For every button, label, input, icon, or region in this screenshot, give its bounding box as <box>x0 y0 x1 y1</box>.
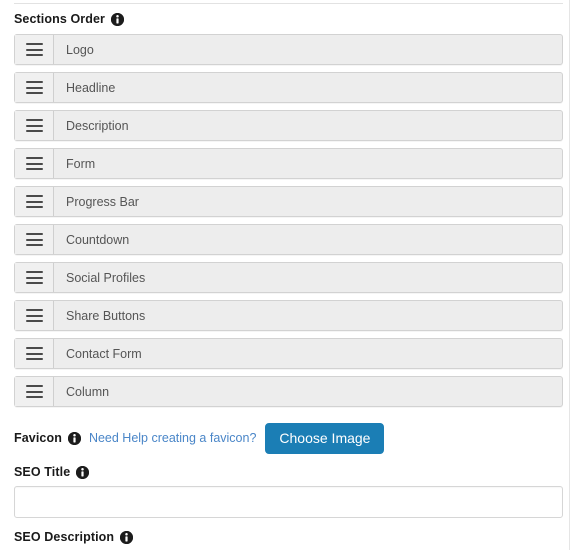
seo-title-label-text: SEO Title <box>14 465 71 479</box>
info-icon[interactable] <box>67 431 81 445</box>
list-item[interactable]: Contact Form <box>14 338 563 369</box>
info-icon[interactable] <box>120 530 134 544</box>
sections-order-label-text: Sections Order <box>14 12 106 26</box>
panel-right-divider <box>569 0 570 550</box>
list-item-label: Description <box>66 118 129 133</box>
drag-handle-icon[interactable] <box>15 73 54 102</box>
list-item[interactable]: Countdown <box>14 224 563 255</box>
hamburger-icon <box>25 309 43 322</box>
list-item-label: Logo <box>66 42 94 57</box>
info-icon[interactable] <box>111 12 125 26</box>
list-item-label: Headline <box>66 80 116 95</box>
drag-handle-icon[interactable] <box>15 225 54 254</box>
hamburger-icon <box>25 119 43 132</box>
hamburger-icon <box>25 157 43 170</box>
drag-handle-icon[interactable] <box>15 187 54 216</box>
hamburger-icon <box>25 195 43 208</box>
list-item-label: Social Profiles <box>66 270 146 285</box>
hamburger-icon <box>25 233 43 246</box>
list-item-label: Countdown <box>66 232 130 247</box>
drag-handle-icon[interactable] <box>15 149 54 178</box>
seo-description-label-text: SEO Description <box>14 530 115 544</box>
sections-order-list[interactable]: Logo Headline Description Form Progress <box>14 34 563 414</box>
list-item[interactable]: Social Profiles <box>14 262 563 293</box>
sections-order-label: Sections Order <box>14 12 125 26</box>
favicon-field-row: Favicon Need Help creating a favicon? Ch… <box>14 422 385 454</box>
favicon-help-link[interactable]: Need Help creating a favicon? <box>89 431 256 445</box>
list-item-label: Share Buttons <box>66 308 146 323</box>
drag-handle-icon[interactable] <box>15 111 54 140</box>
choose-image-button[interactable]: Choose Image <box>265 422 385 454</box>
drag-handle-icon[interactable] <box>15 263 54 292</box>
list-item-label: Contact Form <box>66 346 142 361</box>
list-item[interactable]: Form <box>14 148 563 179</box>
list-item[interactable]: Logo <box>14 34 563 65</box>
drag-handle-icon[interactable] <box>15 377 54 406</box>
hamburger-icon <box>25 347 43 360</box>
drag-handle-icon[interactable] <box>15 35 54 64</box>
seo-title-input[interactable] <box>14 486 563 518</box>
hamburger-icon <box>25 43 43 56</box>
favicon-label-text: Favicon <box>14 431 62 445</box>
list-item-label: Progress Bar <box>66 194 139 209</box>
list-item[interactable]: Column <box>14 376 563 407</box>
seo-title-label: SEO Title <box>14 465 90 479</box>
seo-description-label: SEO Description <box>14 530 134 544</box>
hamburger-icon <box>25 385 43 398</box>
list-item[interactable]: Description <box>14 110 563 141</box>
settings-panel: Sections Order Logo Headline Description… <box>0 0 569 550</box>
list-item[interactable]: Headline <box>14 72 563 103</box>
drag-handle-icon[interactable] <box>15 301 54 330</box>
list-item-label: Column <box>66 384 110 399</box>
info-icon[interactable] <box>76 465 90 479</box>
hamburger-icon <box>25 271 43 284</box>
drag-handle-icon[interactable] <box>15 339 54 368</box>
hamburger-icon <box>25 81 43 94</box>
page-body: { "panel": { "accent_color": "#1b7eb5", … <box>0 0 580 550</box>
list-item[interactable]: Progress Bar <box>14 186 563 217</box>
list-item-label: Form <box>66 156 96 171</box>
list-item[interactable]: Share Buttons <box>14 300 563 331</box>
favicon-label: Favicon <box>14 431 81 445</box>
